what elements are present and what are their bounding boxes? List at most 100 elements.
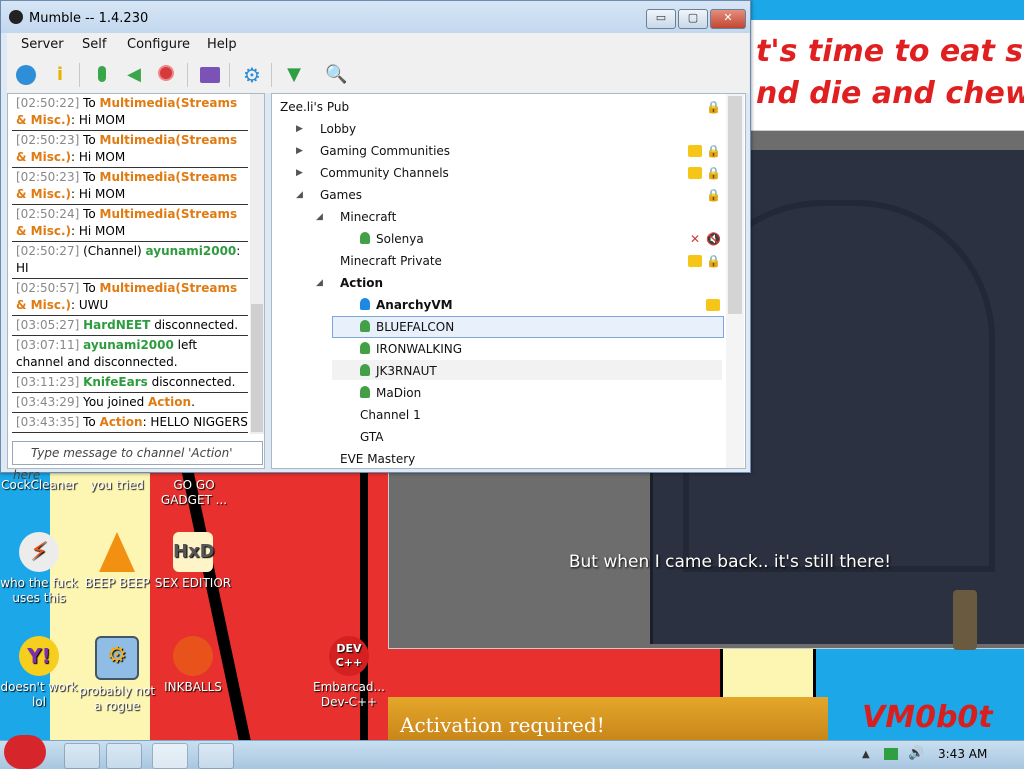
lock-icon: 🔒: [706, 254, 721, 268]
message-timestamp: [02:50:27]: [16, 244, 80, 258]
channel-link[interactable]: Action: [148, 395, 191, 409]
message-timestamp: [03:43:35]: [16, 415, 80, 429]
user-icon: [360, 364, 370, 376]
expand-arrow-icon[interactable]: ◢: [316, 212, 323, 222]
message-text: (Channel): [79, 244, 146, 258]
user-link[interactable]: KnifeEars: [83, 375, 148, 389]
chat-scrollbar-thumb[interactable]: [251, 304, 263, 432]
message-text: : Hi MOM: [71, 187, 126, 201]
expand-arrow-icon[interactable]: ▶: [296, 124, 303, 134]
desktop-icon-rogue[interactable]: ⚙ probably not a rogue: [74, 636, 160, 714]
chat-bubble-icon[interactable]: [200, 67, 220, 83]
user-talking-icon: [360, 298, 370, 310]
search-icon[interactable]: 🔍: [325, 64, 347, 86]
tree-channel[interactable]: EVE Mastery: [340, 448, 415, 470]
menu-server[interactable]: Server: [21, 37, 64, 52]
chat-log[interactable]: [02:50:22] To Multimedia(Streams & Misc.…: [12, 94, 248, 434]
message-timestamp: [03:05:27]: [16, 318, 80, 332]
tree-label: Minecraft Private: [340, 254, 442, 268]
maximize-button[interactable]: ▢: [678, 9, 708, 29]
comment-icon[interactable]: [688, 145, 702, 157]
tree-channel[interactable]: Action: [340, 272, 383, 294]
desktop-icon-gadget[interactable]: GO GO GADGET ...: [150, 478, 238, 508]
desktop-icon-vlc[interactable]: BEEP BEEP: [74, 532, 160, 591]
tree-label: IRONWALKING: [376, 342, 463, 356]
channel-link[interactable]: Action: [100, 415, 143, 429]
tree-user[interactable]: AnarchyVM: [360, 294, 453, 316]
comment-icon[interactable]: [688, 167, 702, 179]
tray-volume-icon[interactable]: 🔊: [908, 746, 924, 761]
comment-icon[interactable]: [688, 255, 702, 267]
user-link[interactable]: HardNEET: [83, 318, 150, 332]
desktop-icon-lightning[interactable]: ⚡ who the fuck uses this: [0, 532, 82, 606]
message-text: To: [79, 207, 100, 221]
taskbar-game-icon[interactable]: [198, 743, 234, 769]
tree-channel[interactable]: GTA: [360, 426, 383, 448]
chat-scrollbar[interactable]: [250, 94, 264, 434]
tree-channel[interactable]: Community Channels: [320, 162, 449, 184]
channel-tree[interactable]: Zee.li's Pub 🔒 ▶ Lobby ▶ Gaming Communities 🔒 ▶…: [271, 93, 746, 469]
start-button-angry-bird-icon[interactable]: [4, 735, 46, 769]
watermark: VM0b0t: [862, 700, 993, 735]
tree-channel[interactable]: Channel 1: [360, 404, 421, 426]
tree-scrollbar-thumb[interactable]: [728, 96, 742, 314]
filter-icon[interactable]: ▼: [283, 64, 305, 86]
message-input[interactable]: Type message to channel 'Action' here: [12, 441, 263, 482]
chat-message: [02:50:24] To Multimedia(Streams & Misc.…: [12, 205, 248, 242]
mumble-logo-icon: [9, 10, 23, 24]
message-timestamp: [02:50:23]: [16, 133, 80, 147]
gear-icon[interactable]: ⚙: [241, 64, 263, 86]
tray-arrow-icon[interactable]: ▲: [862, 749, 870, 760]
tree-label: Gaming Communities: [320, 144, 451, 158]
tree-user[interactable]: BLUEFALCON: [360, 316, 454, 338]
speaker-icon[interactable]: ◀: [123, 64, 145, 86]
tree-user[interactable]: IRONWALKING: [360, 338, 462, 360]
menu-self[interactable]: Self: [82, 37, 106, 52]
info-icon[interactable]: i: [49, 64, 71, 86]
tree-channel[interactable]: Minecraft Private: [340, 250, 442, 272]
user-link[interactable]: ayunami2000: [83, 338, 174, 352]
expand-arrow-icon[interactable]: ▶: [296, 146, 303, 156]
desktop-icon-hxd[interactable]: HxD SEX EDITIOR: [150, 532, 236, 591]
taskbar-explorer-icon[interactable]: [64, 743, 100, 769]
expand-arrow-icon[interactable]: ◢: [316, 278, 323, 288]
yahoo-messenger-icon: Y!: [19, 636, 59, 676]
comment-icon[interactable]: [706, 299, 720, 311]
record-icon[interactable]: [158, 65, 174, 81]
globe-icon[interactable]: [16, 65, 36, 85]
desktop-icon-inkball[interactable]: INKBALLS: [150, 636, 236, 695]
lock-icon: 🔒: [706, 144, 721, 158]
tree-scrollbar[interactable]: [726, 94, 744, 468]
tree-user[interactable]: JK3RNAUT: [360, 360, 437, 382]
tree-channel[interactable]: Games: [320, 184, 362, 206]
desktop-icon-yahoo[interactable]: Y! doesn't work lol: [0, 636, 82, 710]
tree-label: Action: [340, 276, 384, 290]
desktop-icon-you-tried[interactable]: you tried: [74, 478, 160, 493]
taskbar-clock[interactable]: 3:43 AM: [938, 747, 987, 761]
tree-label: Lobby: [320, 122, 357, 136]
tree-channel[interactable]: Zee.li's Pub: [280, 96, 349, 118]
expand-arrow-icon[interactable]: ▶: [296, 168, 303, 178]
menu-help[interactable]: Help: [207, 37, 237, 52]
tree-channel[interactable]: Lobby: [320, 118, 356, 140]
tree-label: GTA: [360, 430, 384, 444]
tray-network-icon[interactable]: [884, 748, 898, 760]
menu-configure[interactable]: Configure: [127, 37, 190, 52]
microphone-icon[interactable]: [98, 66, 106, 82]
expand-arrow-icon[interactable]: ◢: [296, 190, 303, 200]
title-bar[interactable]: Mumble -- 1.4.230 ▭ ▢ ✕: [1, 1, 750, 33]
computer-gears-icon: ⚙: [95, 636, 139, 680]
window-title: Mumble -- 1.4.230: [29, 11, 149, 26]
close-button[interactable]: ✕: [710, 9, 746, 29]
tree-channel[interactable]: Minecraft: [340, 206, 396, 228]
tree-user[interactable]: Solenya: [360, 228, 424, 250]
taskbar-mumble-icon[interactable]: [152, 743, 188, 769]
message-timestamp: [02:50:22]: [16, 96, 80, 110]
activation-notice: Activation required!: [388, 697, 828, 740]
user-link[interactable]: ayunami2000: [146, 244, 237, 258]
tree-user[interactable]: MaDion: [360, 382, 421, 404]
taskbar-chrome-icon[interactable]: [106, 743, 142, 769]
tree-channel[interactable]: Gaming Communities: [320, 140, 450, 162]
minimize-button[interactable]: ▭: [646, 9, 676, 29]
desktop-icon-devcpp[interactable]: DEV C++ Embarcad... Dev-C++: [306, 636, 392, 710]
